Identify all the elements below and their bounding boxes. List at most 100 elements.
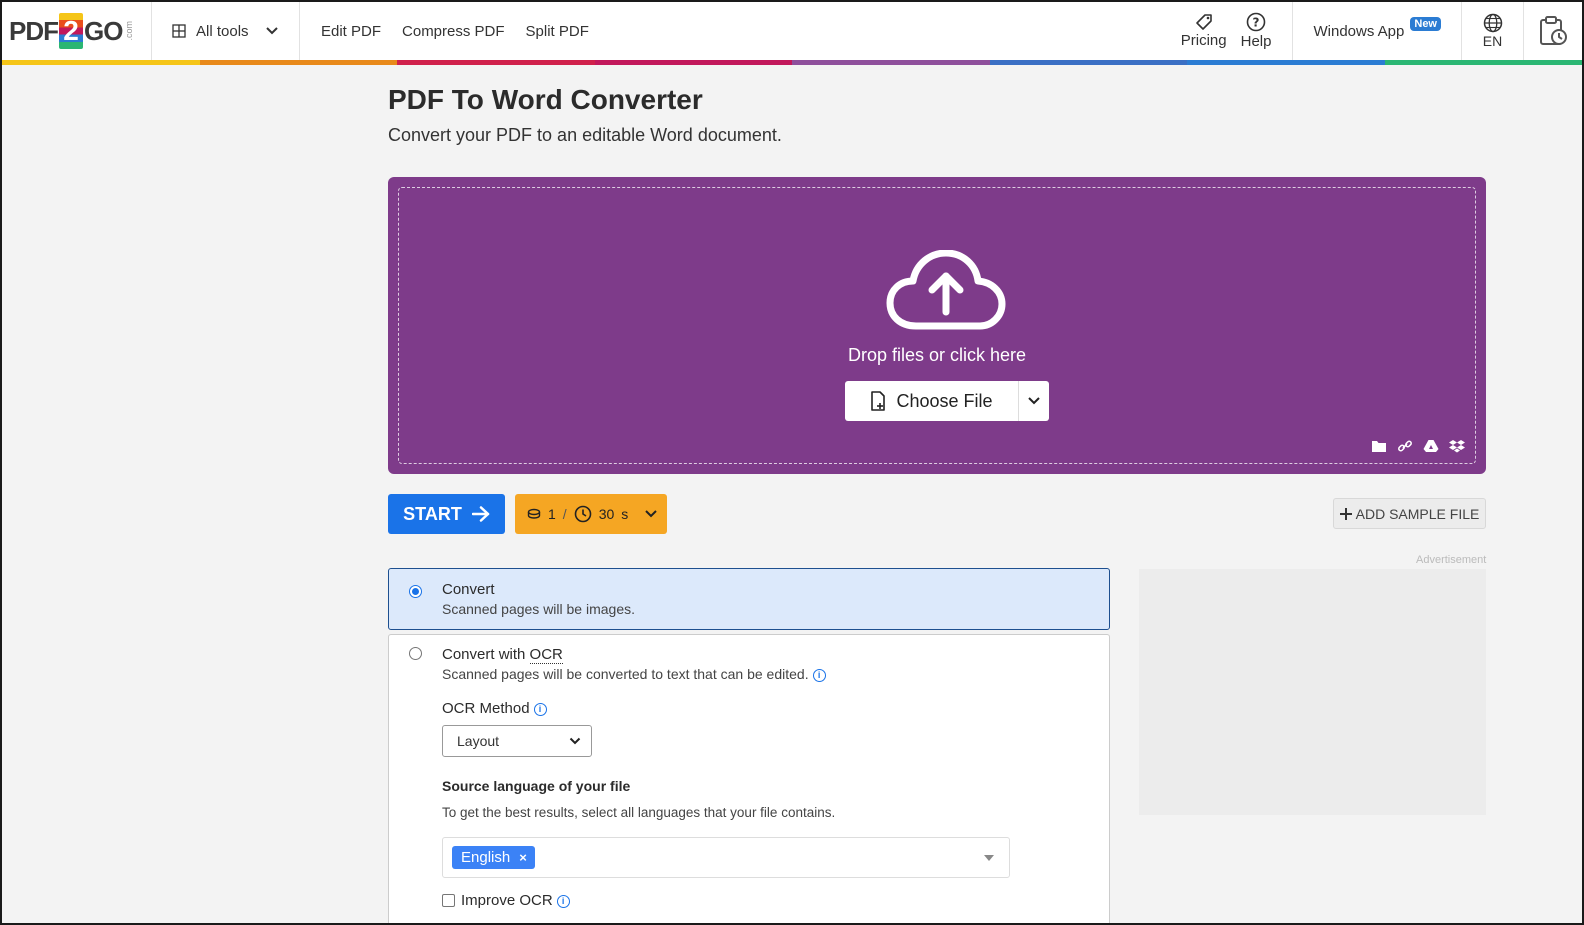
dropbox-icon[interactable] xyxy=(1449,439,1465,453)
stripe-segment xyxy=(199,60,397,65)
page-title: PDF To Word Converter xyxy=(388,84,703,115)
main-nav: Edit PDF Compress PDF Split PDF xyxy=(300,2,589,60)
clock-icon xyxy=(574,505,591,523)
language-tag[interactable]: English × xyxy=(452,846,535,869)
google-drive-icon[interactable] xyxy=(1423,439,1439,453)
convert-title: Convert xyxy=(442,581,495,598)
ocr-method-label-row: OCR Method i xyxy=(442,700,547,717)
credits-time-dropdown[interactable]: 1 / 30 s xyxy=(515,494,667,534)
start-label: START xyxy=(403,503,462,524)
time-value: 30 xyxy=(598,506,615,522)
language-label: EN xyxy=(1482,33,1503,49)
language-tag-label: English xyxy=(461,849,511,866)
source-language-label: Source language of your file xyxy=(442,778,631,794)
add-sample-file-button[interactable]: ADD SAMPLE FILE xyxy=(1333,498,1486,529)
help-label: Help xyxy=(1240,33,1272,50)
all-tools-menu[interactable]: All tools xyxy=(152,2,300,60)
credits-value: 1 xyxy=(548,506,556,522)
globe-icon xyxy=(1483,13,1502,33)
convert-radio[interactable] xyxy=(409,585,422,598)
nav-edit-pdf[interactable]: Edit PDF xyxy=(321,23,381,40)
stripe-segment xyxy=(397,60,595,65)
file-add-icon xyxy=(871,391,886,411)
convert-ocr-title: Convert with OCR xyxy=(442,646,563,664)
clipboard-clock-icon xyxy=(1540,16,1567,45)
caret-down-icon[interactable] xyxy=(984,855,994,861)
chevron-down-icon xyxy=(569,737,581,745)
ocr-abbreviation: OCR xyxy=(529,646,563,664)
link-icon[interactable] xyxy=(1397,439,1413,453)
stripe-segment xyxy=(594,60,792,65)
stripe-segment xyxy=(792,60,990,65)
svg-text:?: ? xyxy=(1253,16,1260,30)
improve-ocr-label: Improve OCR xyxy=(461,892,553,909)
chevron-down-icon xyxy=(645,510,657,518)
choose-file-dropdown[interactable] xyxy=(1019,381,1049,421)
top-header: PDF 2 GO .com All tools Edit PDF Compres… xyxy=(2,2,1582,60)
file-dropzone[interactable]: Drop files or click here Choose File xyxy=(388,177,1486,474)
convert-ocr-title-prefix: Convert with xyxy=(442,646,530,663)
nav-split-pdf[interactable]: Split PDF xyxy=(526,23,589,40)
history-button[interactable] xyxy=(1524,2,1582,60)
convert-description: Scanned pages will be images. xyxy=(442,601,636,617)
drop-instructions: Drop files or click here xyxy=(847,345,1027,365)
option-convert[interactable]: Convert Scanned pages will be images. xyxy=(388,568,1110,630)
nav-compress-pdf[interactable]: Compress PDF xyxy=(402,23,505,40)
help-link[interactable]: ? Help xyxy=(1234,2,1279,60)
info-icon[interactable]: i xyxy=(812,668,826,682)
chevron-down-icon xyxy=(1028,397,1040,405)
improve-ocr-checkbox[interactable] xyxy=(442,894,455,907)
advertisement-label: Advertisement xyxy=(1416,554,1487,566)
stripe-segment xyxy=(1187,60,1385,65)
all-tools-label: All tools xyxy=(196,22,249,40)
plus-icon xyxy=(1339,507,1352,520)
convert-ocr-description-row: Scanned pages will be converted to text … xyxy=(442,666,826,682)
windows-app-label: Windows App xyxy=(1313,22,1405,40)
question-circle-icon: ? xyxy=(1246,12,1266,32)
logo-text-left: PDF xyxy=(9,15,59,46)
info-icon[interactable]: i xyxy=(556,894,570,908)
logo[interactable]: PDF 2 GO .com xyxy=(2,2,152,60)
coin-icon xyxy=(527,508,541,519)
logo-suffix: .com xyxy=(124,21,135,41)
windows-app-link[interactable]: Windows App New xyxy=(1292,2,1462,60)
improve-ocr-label-row: Improve OCR i xyxy=(461,892,570,909)
arrow-right-icon xyxy=(471,506,490,522)
app-frame: PDF 2 GO .com All tools Edit PDF Compres… xyxy=(0,0,1584,925)
logo-text-right: GO xyxy=(84,15,123,46)
pricing-label: Pricing xyxy=(1180,32,1227,49)
choose-file-button[interactable]: Choose File xyxy=(845,381,1019,421)
logo-digit: 2 xyxy=(59,13,83,49)
new-badge: New xyxy=(1410,17,1441,31)
color-stripe xyxy=(2,60,1582,65)
start-button[interactable]: START xyxy=(388,494,505,534)
tag-icon xyxy=(1195,14,1212,30)
convert-ocr-radio[interactable] xyxy=(409,647,422,660)
ocr-method-select[interactable]: Layout xyxy=(442,725,592,757)
advertisement-placeholder xyxy=(1139,569,1486,815)
option-convert-ocr[interactable]: Convert with OCR Scanned pages will be c… xyxy=(388,634,1110,923)
language-selector[interactable]: EN xyxy=(1462,2,1524,60)
ocr-method-label: OCR Method xyxy=(442,700,530,717)
convert-ocr-description: Scanned pages will be converted to text … xyxy=(442,666,809,682)
remove-tag-icon[interactable]: × xyxy=(519,850,527,865)
stripe-segment xyxy=(1384,60,1582,65)
folder-icon[interactable] xyxy=(1371,439,1387,453)
chevron-down-icon xyxy=(265,27,278,35)
cloud-upload-icon xyxy=(886,250,1006,330)
page-subtitle: Convert your PDF to an editable Word doc… xyxy=(388,125,782,145)
info-icon[interactable]: i xyxy=(533,702,547,716)
source-language-multiselect[interactable]: English × xyxy=(442,837,1010,878)
dropzone-border: Drop files or click here Choose File xyxy=(398,187,1476,464)
grid-icon xyxy=(172,24,186,38)
stripe-segment xyxy=(2,60,200,65)
choose-file-label: Choose File xyxy=(896,390,993,411)
time-unit: s xyxy=(621,506,629,522)
choose-file-button-group: Choose File xyxy=(845,381,1049,421)
upload-source-icons xyxy=(1371,439,1465,453)
stripe-segment xyxy=(989,60,1187,65)
add-sample-label: ADD SAMPLE FILE xyxy=(1355,505,1480,522)
credits-separator: / xyxy=(562,506,567,522)
pricing-link[interactable]: Pricing xyxy=(1174,2,1234,60)
ocr-method-value: Layout xyxy=(457,733,500,749)
